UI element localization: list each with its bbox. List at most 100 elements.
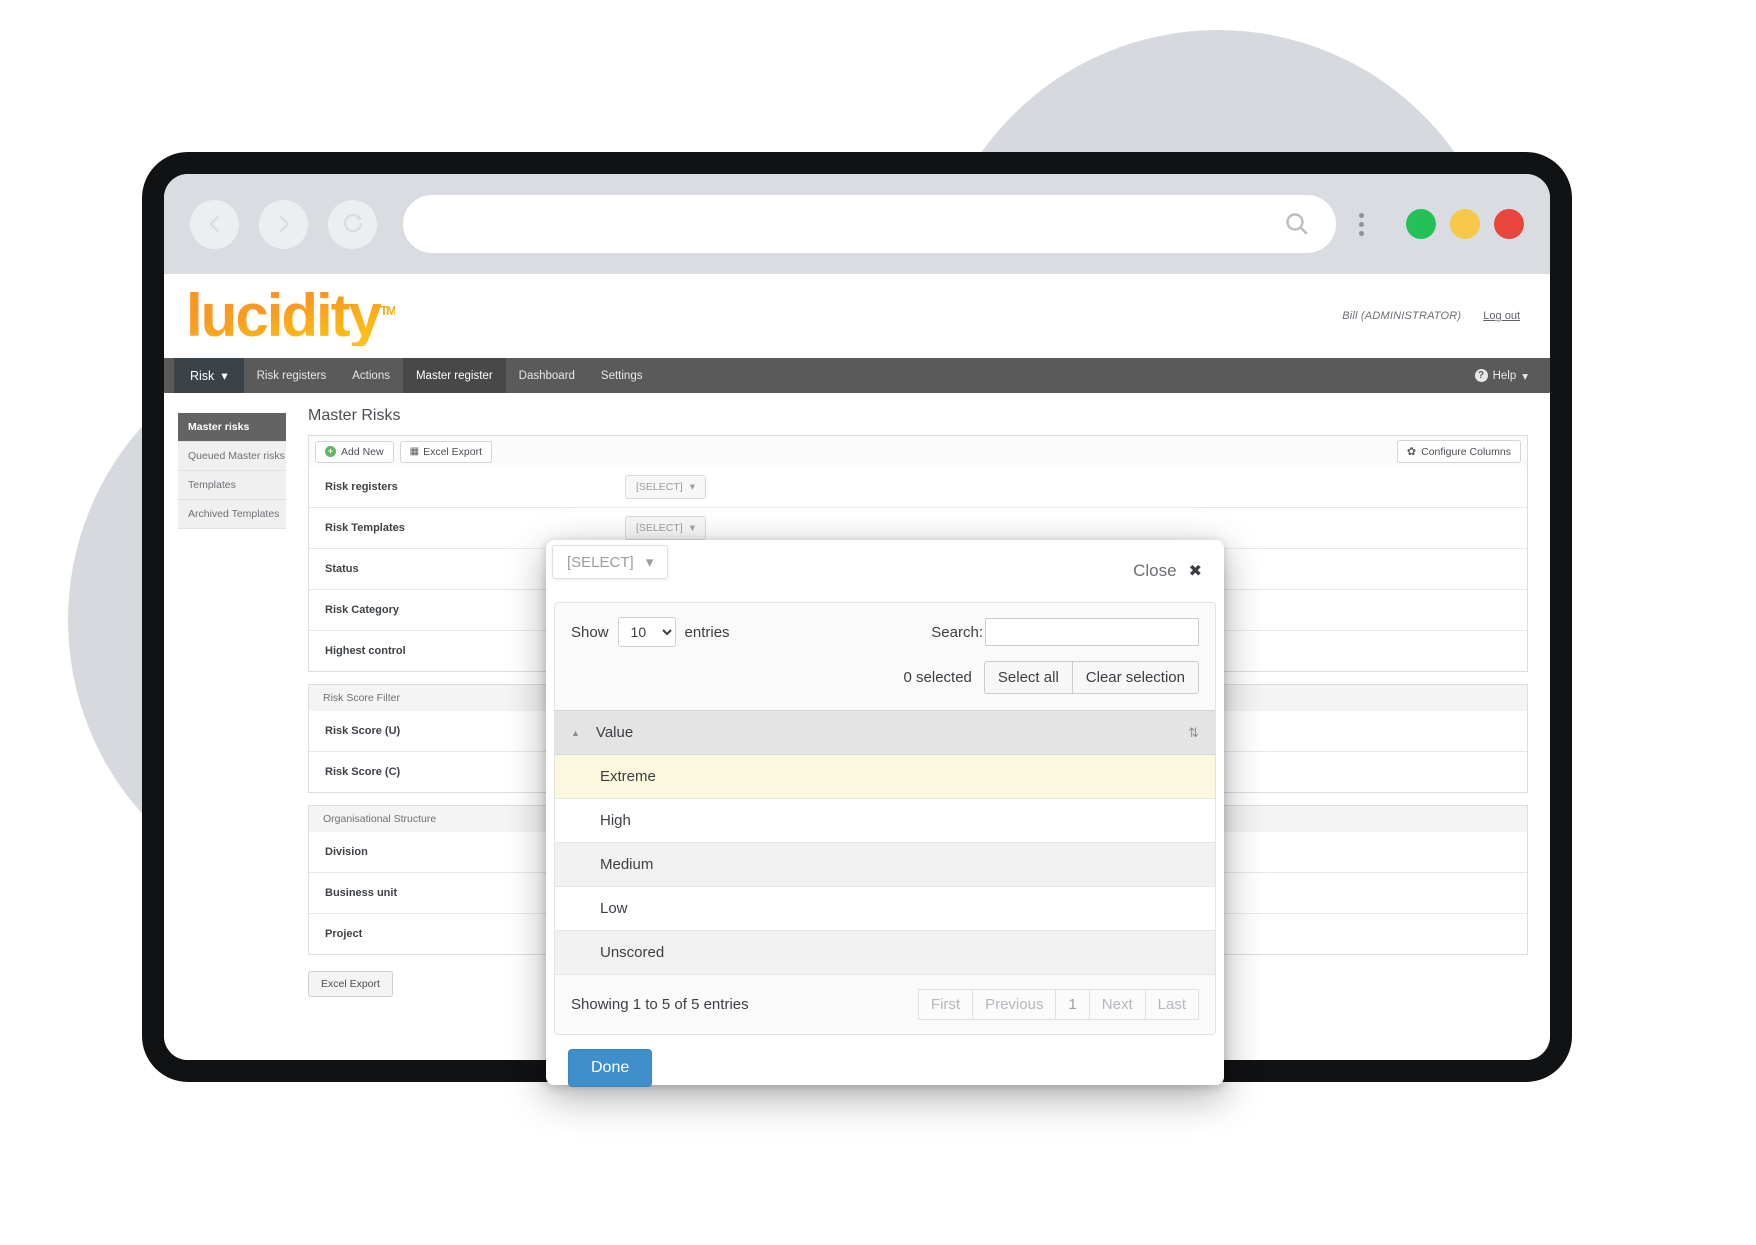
chevron-down-icon: ▾ xyxy=(645,554,654,571)
pagination-first[interactable]: First xyxy=(917,989,973,1020)
search-icon[interactable] xyxy=(1282,209,1312,239)
grid-icon: ▦ xyxy=(409,446,420,457)
reload-button[interactable] xyxy=(328,199,377,249)
sidebar-item-templates[interactable]: Templates xyxy=(178,471,286,500)
nav-brand-risk[interactable]: Risk ▾ xyxy=(174,358,244,393)
sidebar-item-master-risks[interactable]: Master risks xyxy=(178,413,286,442)
chevron-down-icon: ▾ xyxy=(221,369,228,383)
browser-chrome xyxy=(164,174,1550,274)
browser-menu-button[interactable] xyxy=(1344,200,1378,249)
selection-controls: 0 selected Select all Clear selection xyxy=(555,657,1215,710)
selected-count-label: 0 selected xyxy=(903,669,972,686)
chevron-down-icon: ▾ xyxy=(1522,370,1528,383)
chevron-left-icon xyxy=(209,215,219,233)
main-navigation: Risk ▾ Risk registers Actions Master reg… xyxy=(164,358,1550,393)
sidebar-item-archived-templates[interactable]: Archived Templates xyxy=(178,500,286,529)
logo-text: lucidity xyxy=(186,282,381,349)
logout-link[interactable]: Log out xyxy=(1483,310,1520,322)
filter-select-risk-registers[interactable]: [SELECT] ▾ xyxy=(625,475,706,499)
select-label: [SELECT] xyxy=(567,554,634,571)
search-input[interactable] xyxy=(985,618,1199,646)
risk-category-select-open[interactable]: [SELECT] ▾ xyxy=(552,545,669,579)
kebab-dot xyxy=(1358,221,1364,227)
clear-selection-button[interactable]: Clear selection xyxy=(1071,661,1199,694)
configure-columns-button[interactable]: ✿ Configure Columns xyxy=(1396,440,1521,463)
pagination-last[interactable]: Last xyxy=(1144,989,1199,1020)
window-control-red[interactable] xyxy=(1494,209,1524,239)
filter-label: Risk registers xyxy=(325,481,398,493)
help-label: Help xyxy=(1492,369,1517,382)
app-header: lucidityTM Bill (ADMINISTRATOR) Log out xyxy=(164,274,1550,358)
nav-item-risk-registers[interactable]: Risk registers xyxy=(244,358,340,393)
nav-item-dashboard[interactable]: Dashboard xyxy=(506,358,588,393)
filter-label: Risk Templates xyxy=(325,522,405,534)
select-all-button[interactable]: Select all xyxy=(983,661,1072,694)
pagination-previous[interactable]: Previous xyxy=(972,989,1056,1020)
page-title: Master Risks xyxy=(308,407,401,424)
showing-entries-label: Showing 1 to 5 of 5 entries xyxy=(571,996,749,1013)
datatable: Show 10 25 50 100 entries Search: 0 sele… xyxy=(554,602,1216,1035)
close-button[interactable]: Close ✖ xyxy=(1133,561,1202,581)
page-length-select[interactable]: 10 25 50 100 xyxy=(617,617,676,647)
help-circle-icon: ? xyxy=(1474,369,1488,382)
forward-button[interactable] xyxy=(259,199,308,249)
address-bar[interactable] xyxy=(403,195,1336,253)
logo-trademark: TM xyxy=(380,303,395,318)
header-user-area: Bill (ADMINISTRATOR) Log out xyxy=(1342,310,1520,322)
select-label: [SELECT] xyxy=(636,522,683,534)
modal-footer: Done xyxy=(546,1035,1224,1087)
sort-ascending-icon: ▲ xyxy=(571,727,580,738)
column-header-label: Value xyxy=(595,724,634,741)
window-controls xyxy=(1392,209,1524,239)
window-control-green[interactable] xyxy=(1406,209,1436,239)
table-row[interactable]: Extreme xyxy=(555,755,1215,799)
excel-export-button[interactable]: ▦ Excel Export xyxy=(399,440,493,463)
nav-item-actions[interactable]: Actions xyxy=(339,358,403,393)
datatable-controls: Show 10 25 50 100 entries Search: xyxy=(555,603,1215,657)
filter-select-risk-templates[interactable]: [SELECT] ▾ xyxy=(625,516,706,540)
search-control: Search: xyxy=(931,618,1199,646)
search-label: Search: xyxy=(931,623,983,641)
table-row[interactable]: High xyxy=(555,799,1215,843)
plus-circle-icon: + xyxy=(325,446,336,457)
add-new-button[interactable]: + Add New xyxy=(315,440,394,463)
table-row[interactable]: Low xyxy=(555,887,1215,931)
close-icon: ✖ xyxy=(1188,563,1202,580)
reload-icon xyxy=(343,213,362,233)
show-label: Show xyxy=(571,623,609,641)
bottom-excel-export-button[interactable]: Excel Export xyxy=(308,971,393,997)
chevron-right-icon xyxy=(279,215,289,233)
datatable-footer: Showing 1 to 5 of 5 entries First Previo… xyxy=(555,975,1215,1034)
table-row[interactable]: Medium xyxy=(555,843,1215,887)
table-row[interactable]: Unscored xyxy=(555,931,1215,975)
content-toolbar: + Add New ▦ Excel Export ✿ Configure Col… xyxy=(308,435,1528,467)
column-header-value[interactable]: ▲ Value ⇅ xyxy=(555,710,1215,755)
select-label: [SELECT] xyxy=(636,481,683,493)
close-label: Close xyxy=(1133,561,1177,580)
help-menu[interactable]: ? Help ▾ xyxy=(1463,358,1550,393)
gear-icon: ✿ xyxy=(1406,446,1417,458)
nav-item-settings[interactable]: Settings xyxy=(588,358,656,393)
window-control-yellow[interactable] xyxy=(1450,209,1480,239)
current-user-label: Bill (ADMINISTRATOR) xyxy=(1342,310,1462,322)
configure-columns-label: Configure Columns xyxy=(1421,445,1511,458)
done-button[interactable]: Done xyxy=(568,1049,653,1087)
pagination-next[interactable]: Next xyxy=(1088,989,1145,1020)
sidebar-item-queued-master-risks[interactable]: Queued Master risks xyxy=(178,442,286,471)
kebab-dot xyxy=(1358,212,1364,218)
chevron-down-icon: ▾ xyxy=(689,481,695,493)
value-picker-modal: Close ✖ Show 10 25 50 100 entries Search… xyxy=(546,540,1224,1087)
sort-toggle-icon: ⇅ xyxy=(1188,724,1199,740)
excel-export-label: Excel Export xyxy=(423,445,483,458)
pagination: First Previous 1 Next Last xyxy=(917,989,1199,1020)
add-new-label: Add New xyxy=(341,445,384,458)
kebab-dot xyxy=(1358,230,1364,236)
back-button[interactable] xyxy=(190,199,239,249)
nav-item-master-register[interactable]: Master register xyxy=(402,358,506,393)
filter-row-risk-registers: Risk registers [SELECT] ▾ xyxy=(309,467,1527,508)
entries-label: entries xyxy=(684,623,730,641)
pagination-page-1[interactable]: 1 xyxy=(1055,989,1089,1020)
nav-brand-label: Risk xyxy=(190,368,215,383)
chevron-down-icon: ▾ xyxy=(689,522,695,534)
lucidity-logo: lucidityTM xyxy=(182,286,395,346)
